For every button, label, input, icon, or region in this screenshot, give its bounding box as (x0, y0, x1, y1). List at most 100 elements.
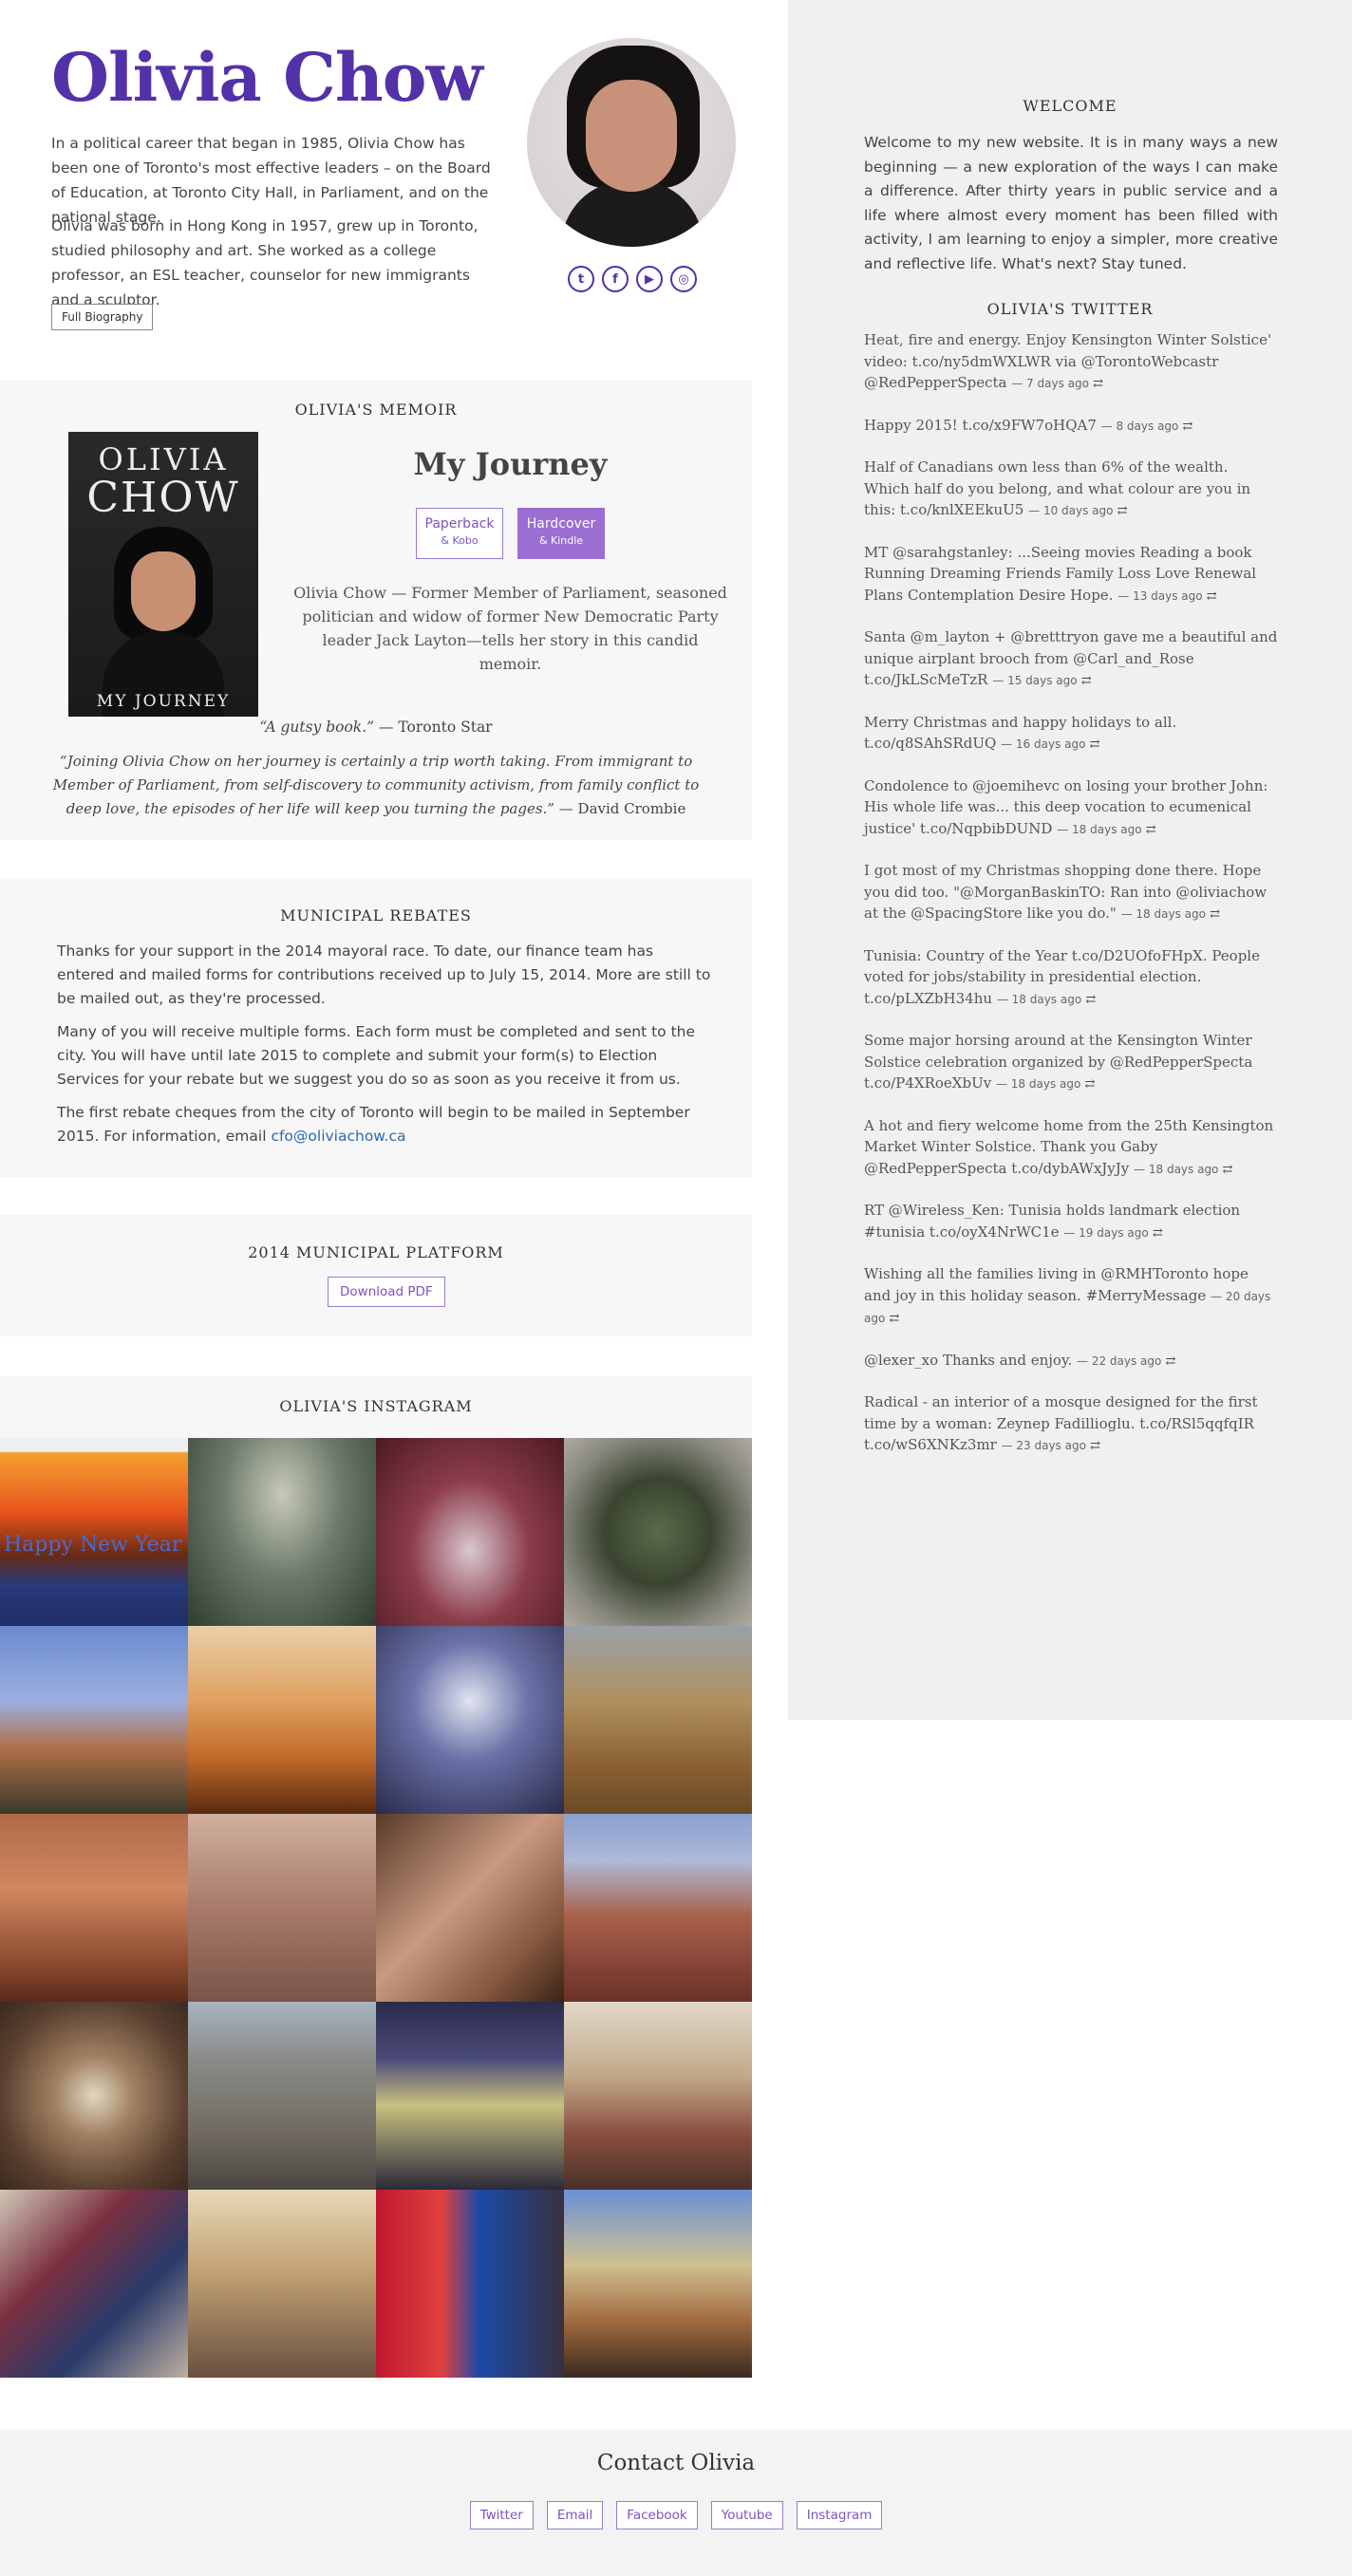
youtube-icon[interactable]: ▶ (636, 266, 663, 292)
tweet-timestamp[interactable]: — 8 days ago (1101, 420, 1179, 433)
tweet-timestamp[interactable]: — 18 days ago (996, 1077, 1080, 1091)
instagram-icon[interactable]: ◎ (670, 266, 697, 292)
bio-paragraph-2: Olivia was born in Hong Kong in 1957, gr… (51, 217, 479, 308)
tweet-timestamp[interactable]: — 18 days ago (1057, 823, 1141, 836)
instagram-photo[interactable] (564, 2190, 752, 2378)
retweet-icon[interactable]: ⇄ (1081, 993, 1096, 1007)
page-title: Olivia Chow (51, 38, 483, 117)
tweet-timestamp[interactable]: — 23 days ago (1002, 1439, 1086, 1452)
retweet-icon[interactable]: ⇄ (1149, 1226, 1163, 1241)
instagram-photo[interactable] (376, 1438, 564, 1626)
instagram-photo[interactable] (0, 1626, 188, 1814)
book-title: My Journey (413, 446, 608, 482)
tweet-timestamp[interactable]: — 16 days ago (1001, 737, 1085, 751)
welcome-text: Welcome to my new website. It is in many… (864, 134, 1278, 272)
instagram-photo[interactable] (564, 1626, 752, 1814)
instagram-photo[interactable] (376, 1814, 564, 2002)
tweet-item: Some major horsing around at the Kensing… (864, 1030, 1278, 1096)
tweet-item: A hot and fiery welcome home from the 25… (864, 1115, 1278, 1182)
instagram-grid: Happy New Year (0, 1438, 752, 2378)
portrait-photo (527, 38, 736, 247)
book-description: Olivia Chow — Former Member of Parliamen… (293, 584, 727, 673)
quote-toronto-star: “A gutsy book.” — Toronto Star (0, 719, 752, 736)
tweet-item: Merry Christmas and happy holidays to al… (864, 712, 1278, 756)
social-icons: t f ▶ ◎ (568, 266, 697, 292)
instagram-photo[interactable] (0, 2002, 188, 2190)
tweet-timestamp[interactable]: — 19 days ago (1063, 1226, 1148, 1240)
instagram-photo[interactable]: Happy New Year (0, 1438, 188, 1626)
tweet-timestamp[interactable]: — 13 days ago (1117, 589, 1202, 603)
instagram-photo[interactable] (564, 1814, 752, 2002)
tweet-item: MT @sarahgstanley: ...Seeing movies Read… (864, 542, 1278, 608)
hardcover-sublabel: & Kindle (538, 534, 584, 547)
platform-section: 2014 MUNICIPAL PLATFORM Download PDF (0, 1215, 752, 1336)
instagram-photo[interactable] (564, 2002, 752, 2190)
instagram-photo[interactable] (564, 1438, 752, 1626)
tweet-text[interactable]: @lexer_xo Thanks and enjoy. (864, 1352, 1072, 1369)
book-cover[interactable]: OLIVIA CHOW MY JOURNEY (68, 432, 258, 717)
tweet-timestamp[interactable]: — 22 days ago (1077, 1354, 1161, 1368)
footer-link-youtube[interactable]: Youtube (710, 2501, 783, 2529)
retweet-icon[interactable]: ⇄ (1086, 1439, 1100, 1453)
footer-link-email[interactable]: Email (546, 2501, 604, 2529)
hardcover-button[interactable]: Hardcover & Kindle (517, 508, 605, 559)
rebates-paragraph-3: The first rebate cheques from the city o… (57, 1101, 712, 1148)
tweet-item: @lexer_xo Thanks and enjoy. — 22 days ag… (864, 1350, 1278, 1373)
memoir-heading: OLIVIA'S MEMOIR (294, 401, 458, 419)
facebook-icon[interactable]: f (602, 266, 629, 292)
tweet-item: Condolence to @joemihevc on losing your … (864, 775, 1278, 842)
quote-source: — David Crombie (554, 800, 686, 817)
tweet-timestamp[interactable]: — 18 days ago (1134, 1163, 1218, 1176)
tweet-timestamp[interactable]: — 18 days ago (997, 993, 1081, 1006)
instagram-photo[interactable] (188, 1626, 376, 1814)
retweet-icon[interactable]: ⇄ (1089, 377, 1103, 391)
tweet-text[interactable]: Happy 2015! t.co/x9FW7oHQA7 (864, 417, 1097, 434)
footer: Contact Olivia Twitter Email Facebook Youtu… (0, 2430, 1352, 2576)
instagram-photo[interactable] (188, 2002, 376, 2190)
retweet-icon[interactable]: ⇄ (1218, 1163, 1233, 1177)
contact-links: Twitter Email Facebook Youtube Instagram (0, 2501, 1352, 2529)
instagram-photo[interactable] (376, 1626, 564, 1814)
instagram-section: OLIVIA'S INSTAGRAM (0, 1376, 752, 1438)
main-column: Olivia Chow In a political career that b… (0, 0, 752, 2378)
welcome-heading: WELCOME (1023, 97, 1117, 115)
instagram-photo[interactable] (376, 2002, 564, 2190)
retweet-icon[interactable]: ⇄ (1085, 737, 1100, 752)
retweet-icon[interactable]: ⇄ (1080, 1077, 1095, 1092)
quote-david-crombie: “Joining Olivia Chow on her journey is c… (47, 750, 704, 821)
quote-source: — Toronto Star (374, 719, 493, 736)
instagram-heading: OLIVIA'S INSTAGRAM (279, 1397, 473, 1415)
retweet-icon[interactable]: ⇄ (1114, 504, 1128, 518)
footer-link-twitter[interactable]: Twitter (469, 2501, 534, 2529)
retweet-icon[interactable]: ⇄ (1206, 907, 1220, 922)
instagram-photo[interactable] (0, 1814, 188, 2002)
hero-section: Olivia Chow In a political career that b… (0, 0, 752, 365)
retweet-icon[interactable]: ⇄ (1203, 589, 1217, 604)
memoir-section: OLIVIA'S MEMOIR OLIVIA CHOW MY JOURNEY M… (0, 380, 752, 840)
paperback-sublabel: & Kobo (441, 534, 479, 547)
retweet-icon[interactable]: ⇄ (885, 1312, 899, 1326)
retweet-icon[interactable]: ⇄ (1178, 420, 1193, 434)
email-link[interactable]: cfo@oliviachow.ca (271, 1128, 405, 1145)
book-cover-author-first: OLIVIA (98, 441, 229, 477)
tweet-timestamp[interactable]: — 7 days ago (1011, 377, 1089, 390)
retweet-icon[interactable]: ⇄ (1161, 1354, 1175, 1369)
footer-link-facebook[interactable]: Facebook (616, 2501, 698, 2529)
instagram-photo[interactable] (0, 2190, 188, 2378)
paperback-button[interactable]: Paperback & Kobo (416, 508, 503, 559)
tweet-text[interactable]: RT @Wireless_Ken: Tunisia holds landmark… (864, 1202, 1240, 1241)
instagram-photo[interactable] (376, 2190, 564, 2378)
instagram-photo[interactable] (188, 1814, 376, 2002)
instagram-photo[interactable] (188, 1438, 376, 1626)
tweet-timestamp[interactable]: — 15 days ago (992, 674, 1077, 687)
twitter-icon[interactable]: t (568, 266, 594, 292)
tweet-text[interactable]: Wishing all the families living in @RMHT… (864, 1265, 1249, 1304)
tweet-timestamp[interactable]: — 10 days ago (1028, 504, 1113, 517)
full-biography-button[interactable]: Full Biography (51, 304, 154, 330)
download-pdf-button[interactable]: Download PDF (328, 1277, 445, 1307)
retweet-icon[interactable]: ⇄ (1142, 823, 1156, 837)
retweet-icon[interactable]: ⇄ (1078, 674, 1092, 688)
instagram-photo[interactable] (188, 2190, 376, 2378)
tweet-timestamp[interactable]: — 18 days ago (1121, 907, 1206, 921)
footer-link-instagram[interactable]: Instagram (796, 2501, 883, 2529)
